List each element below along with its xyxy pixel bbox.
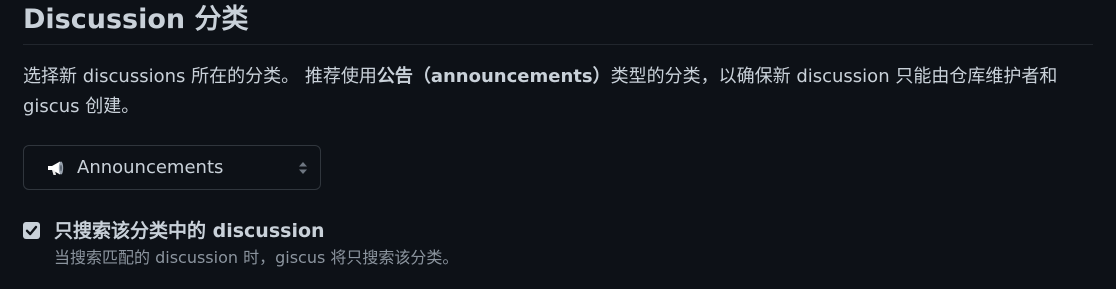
checkmark-icon xyxy=(25,225,38,236)
category-select-value: Announcements xyxy=(77,157,224,178)
description-bold-announcements: 公告（announcements） xyxy=(376,66,611,87)
strict-search-hint: 当搜索匹配的 discussion 时，giscus 将只搜索该分类。 xyxy=(54,248,459,267)
strict-search-checkbox[interactable] xyxy=(23,222,40,239)
strict-search-label: 只搜索该分类中的 discussion xyxy=(54,220,325,242)
select-chevrons-icon xyxy=(298,160,308,176)
category-select[interactable]: Announcements xyxy=(23,145,321,190)
section-title: Discussion 分类 xyxy=(23,4,249,35)
strict-search-option: 只搜索该分类中的 discussion xyxy=(23,219,325,243)
description-text-1: 选择新 discussions 所在的分类。 推荐使用 xyxy=(23,66,377,87)
title-divider xyxy=(23,44,1093,45)
megaphone-icon xyxy=(46,158,68,178)
section-description: 选择新 discussions 所在的分类。 推荐使用公告（announceme… xyxy=(23,62,1073,122)
